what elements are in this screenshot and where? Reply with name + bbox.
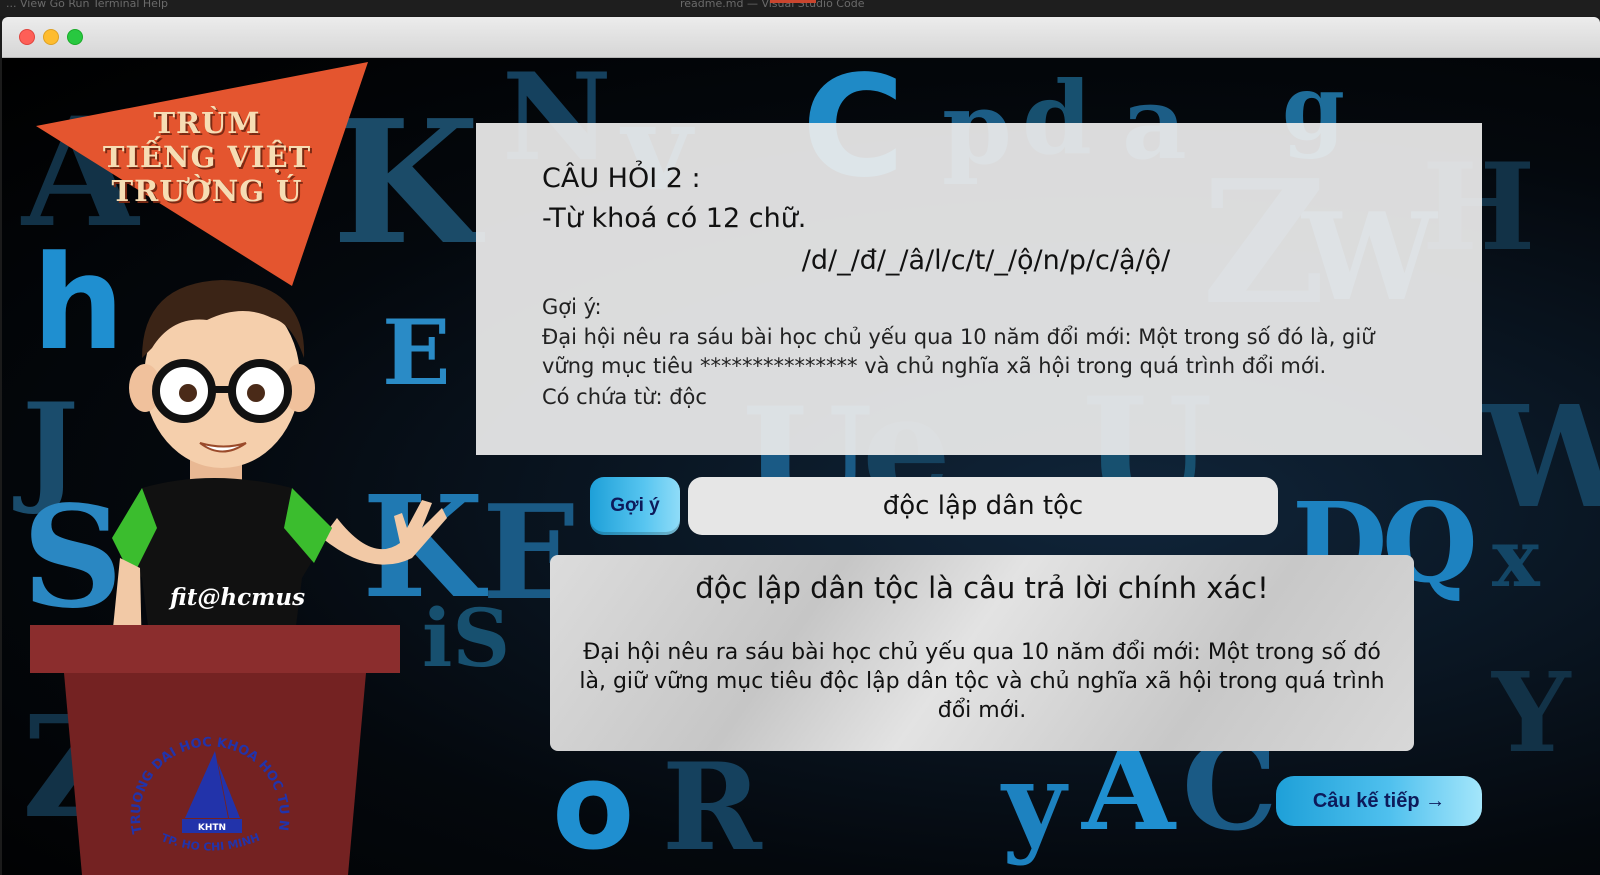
maximize-window-button[interactable] — [67, 29, 83, 45]
result-title: độc lập dân tộc là câu trả lời chính xác… — [695, 571, 1269, 605]
close-window-button[interactable] — [19, 29, 35, 45]
question-panel: CÂU HỎI 2 : -Từ khoá có 12 chữ. /d/_/đ/_… — [476, 123, 1482, 455]
answer-input[interactable]: độc lập dân tộc — [688, 477, 1278, 535]
banner-title: TRÙM TIẾNG VIỆT TRƯỜNG Ú — [72, 106, 342, 208]
game-stage: A K N v C p d a g H W Z h E J S K E D Q … — [2, 58, 1600, 875]
minimize-window-button[interactable] — [43, 29, 59, 45]
question-title: CÂU HỎI 2 : — [542, 163, 701, 194]
university-seal: TRUONG DAI HOC KHOA HOC TU NHIEN TP. HO … — [130, 713, 290, 853]
contains-word-text: Có chứa từ: độc — [542, 385, 707, 409]
banner-line-2: TIẾNG VIỆT — [102, 140, 312, 174]
next-question-button[interactable]: Câu kế tiếp → — [1276, 776, 1482, 826]
letter-pattern: /d/_/đ/_/â/l/c/t/_/ộ/n/p/c/ậ/ộ/ — [801, 245, 1171, 276]
app-window: A K N v C p d a g H W Z h E J S K E D Q … — [2, 17, 1600, 875]
shirt-logo-text: fit@hcmus — [170, 584, 306, 611]
svg-text:TP. HO CHI MINH: TP. HO CHI MINH — [159, 831, 261, 853]
banner-line-1: TRÙM — [153, 106, 261, 140]
result-explanation: Đại hội nêu ra sáu bài học chủ yếu qua 1… — [579, 640, 1385, 723]
window-titlebar — [2, 17, 1600, 58]
result-panel: độc lập dân tộc là câu trả lời chính xác… — [550, 555, 1414, 751]
hint-text: Đại hội nêu ra sáu bài học chủ yếu qua 1… — [542, 325, 1375, 378]
os-menu-text: ... View Go Run Terminal Help — [6, 0, 168, 10]
os-accent-bar — [770, 0, 816, 3]
os-menubar: ... View Go Run Terminal Help readme.md … — [0, 0, 1600, 16]
seal-center-text: KHTN — [198, 823, 226, 833]
banner-line-3: TRƯỜNG Ú — [111, 174, 303, 208]
hint-button[interactable]: Gợi ý — [590, 477, 680, 535]
seal-bottom-text: TP. HO CHI MINH — [159, 831, 261, 853]
hint-label: Gợi ý: — [542, 295, 602, 319]
letter-count: -Từ khoá có 12 chữ. — [542, 203, 807, 234]
